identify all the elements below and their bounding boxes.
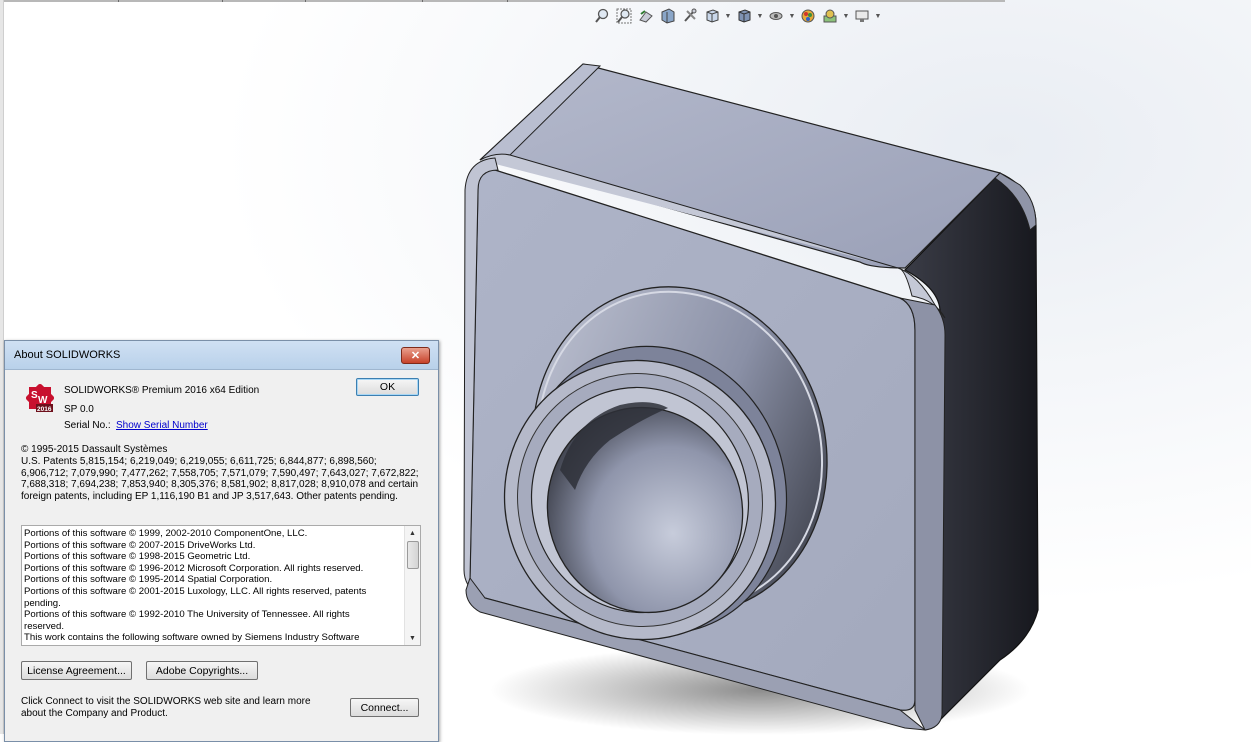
notice-line: This work contains the following softwar… <box>24 632 360 644</box>
adobe-copyrights-button[interactable]: Adobe Copyrights... <box>146 661 258 680</box>
notice-line: Portions of this software © 1996-2012 Mi… <box>24 562 364 574</box>
notice-line: Portions of this software © 1995-2014 Sp… <box>24 574 273 586</box>
close-button[interactable]: ✕ <box>401 347 430 364</box>
service-pack: SP 0.0 <box>64 404 94 415</box>
zoom-to-area-icon[interactable] <box>614 6 634 26</box>
notice-line: Portions of this software © 1998-2015 Ge… <box>24 551 251 563</box>
logo-year: 2016 <box>37 406 52 413</box>
heads-up-view-toolbar: ▼ ▼ ▼ ▼ ▼ <box>592 6 882 26</box>
serial-number-label: Serial No.: <box>64 420 111 431</box>
view-settings-icon[interactable] <box>852 6 872 26</box>
dynamic-annotation-icon[interactable] <box>680 6 700 26</box>
apply-scene-dropdown-icon[interactable]: ▼ <box>842 6 850 26</box>
dialog-title: About SOLIDWORKS <box>14 349 121 361</box>
scroll-down-arrow-icon[interactable]: ▼ <box>405 631 420 645</box>
notice-line: Portions of this software © 1999, 2002-2… <box>24 528 308 539</box>
feature-manager-tabs-edge <box>0 0 1005 2</box>
product-name: SOLIDWORKS® Premium 2016 x64 Edition <box>64 385 260 396</box>
solidworks-logo-icon: S W 2016 <box>25 383 55 413</box>
zoom-to-fit-icon[interactable] <box>592 6 612 26</box>
dialog-body: S W 2016 SOLIDWORKS® Premium 2016 x64 Ed… <box>11 370 432 741</box>
hide-show-dropdown-icon[interactable]: ▼ <box>788 6 796 26</box>
view-orientation-icon[interactable] <box>702 6 722 26</box>
view-orientation-dropdown-icon[interactable]: ▼ <box>724 6 732 26</box>
notices-scrollbar[interactable]: ▲ ▼ <box>404 526 420 645</box>
show-serial-number-link[interactable]: Show Serial Number <box>116 420 208 431</box>
connect-description: Click Connect to visit the SOLIDWORKS we… <box>21 696 311 719</box>
apply-scene-icon[interactable] <box>820 6 840 26</box>
previous-view-icon[interactable] <box>636 6 656 26</box>
close-icon: ✕ <box>410 350 421 362</box>
third-party-notices-box[interactable]: Portions of this software © 1999, 2002-2… <box>21 525 421 646</box>
part-model-3d[interactable] <box>440 55 1060 735</box>
about-dialog: About SOLIDWORKS ✕ S W 2016 SOLIDWORKS® … <box>4 340 439 742</box>
display-style-dropdown-icon[interactable]: ▼ <box>756 6 764 26</box>
display-style-icon[interactable] <box>734 6 754 26</box>
notice-line: reserved. <box>24 620 64 632</box>
notice-line: Portions of this software © 2001-2015 Lu… <box>24 585 367 597</box>
edit-appearance-icon[interactable] <box>798 6 818 26</box>
license-agreement-button[interactable]: License Agreement... <box>21 661 132 680</box>
hide-show-items-icon[interactable] <box>766 6 786 26</box>
connect-button[interactable]: Connect... <box>350 698 419 717</box>
logo-letter-s: S <box>31 390 38 401</box>
notice-line: Portions of this software © 1992-2010 Th… <box>24 609 350 621</box>
notice-line: Portions of this software © 2007-2015 Dr… <box>24 539 256 551</box>
section-view-icon[interactable] <box>658 6 678 26</box>
view-settings-dropdown-icon[interactable]: ▼ <box>874 6 882 26</box>
patents-text: U.S. Patents 5,815,154; 6,219,049; 6,219… <box>21 456 419 502</box>
dialog-titlebar[interactable]: About SOLIDWORKS ✕ <box>5 341 438 370</box>
ok-button[interactable]: OK <box>356 378 419 396</box>
scrollbar-thumb[interactable] <box>407 541 419 569</box>
notice-line: pending. <box>24 597 61 609</box>
scroll-up-arrow-icon[interactable]: ▲ <box>405 526 420 540</box>
copyright-text: © 1995-2015 Dassault Systèmes <box>21 444 168 455</box>
notices-list: Portions of this software © 1999, 2002-2… <box>24 528 406 644</box>
